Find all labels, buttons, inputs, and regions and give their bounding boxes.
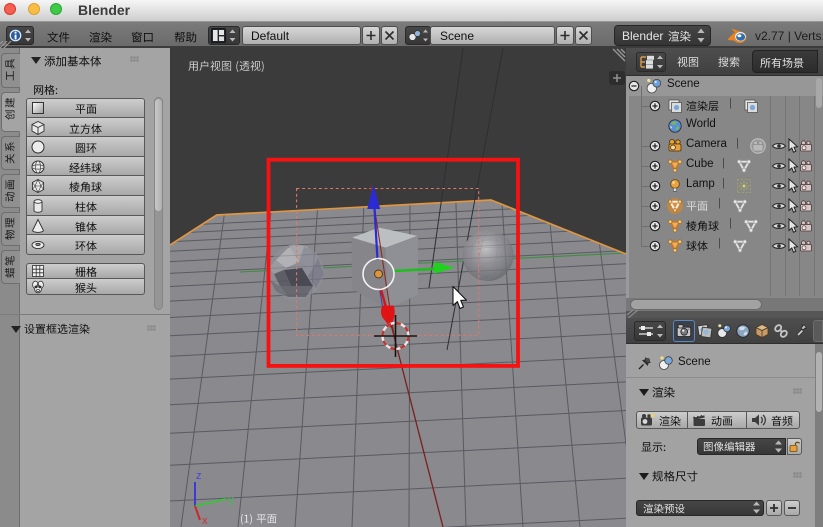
svg-text:y: y (228, 494, 234, 506)
svg-text:z: z (196, 470, 202, 482)
svg-text:x: x (202, 515, 208, 527)
